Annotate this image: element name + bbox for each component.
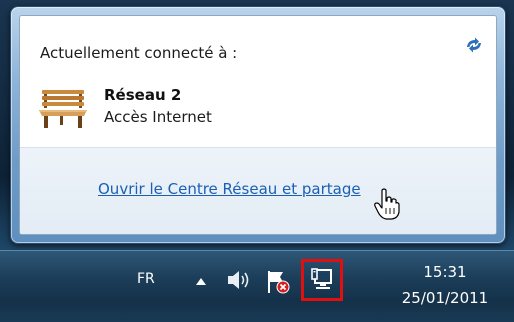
clock-date[interactable]: 25/01/2011 (390, 289, 500, 307)
connected-to-label: Actuellement connecté à : (40, 44, 238, 62)
show-hidden-icons-arrow-icon[interactable] (196, 277, 206, 285)
screen: Actuellement connecté à : Réseau 2 Accès… (0, 0, 514, 322)
current-connection-section: Actuellement connecté à : Réseau 2 Accès… (20, 16, 496, 147)
language-indicator[interactable]: FR (137, 271, 155, 287)
network-name[interactable]: Réseau 2 (104, 86, 181, 104)
flyout-content: Actuellement connecté à : Réseau 2 Accès… (19, 15, 497, 235)
taskbar: FR 15:31 25/01/2011 (0, 250, 514, 322)
open-network-sharing-center-link[interactable]: Ouvrir le Centre Réseau et partage (98, 180, 361, 198)
network-icon[interactable] (310, 268, 334, 292)
bench-network-icon (39, 90, 87, 128)
network-access-status: Accès Internet (104, 108, 212, 126)
volume-icon[interactable] (226, 269, 254, 291)
network-flyout: Actuellement connecté à : Réseau 2 Accès… (10, 6, 506, 244)
clock-time[interactable]: 15:31 (390, 263, 500, 281)
refresh-icon[interactable] (464, 36, 484, 54)
hand-cursor-icon (374, 188, 400, 220)
action-center-flag-icon[interactable] (265, 269, 291, 295)
